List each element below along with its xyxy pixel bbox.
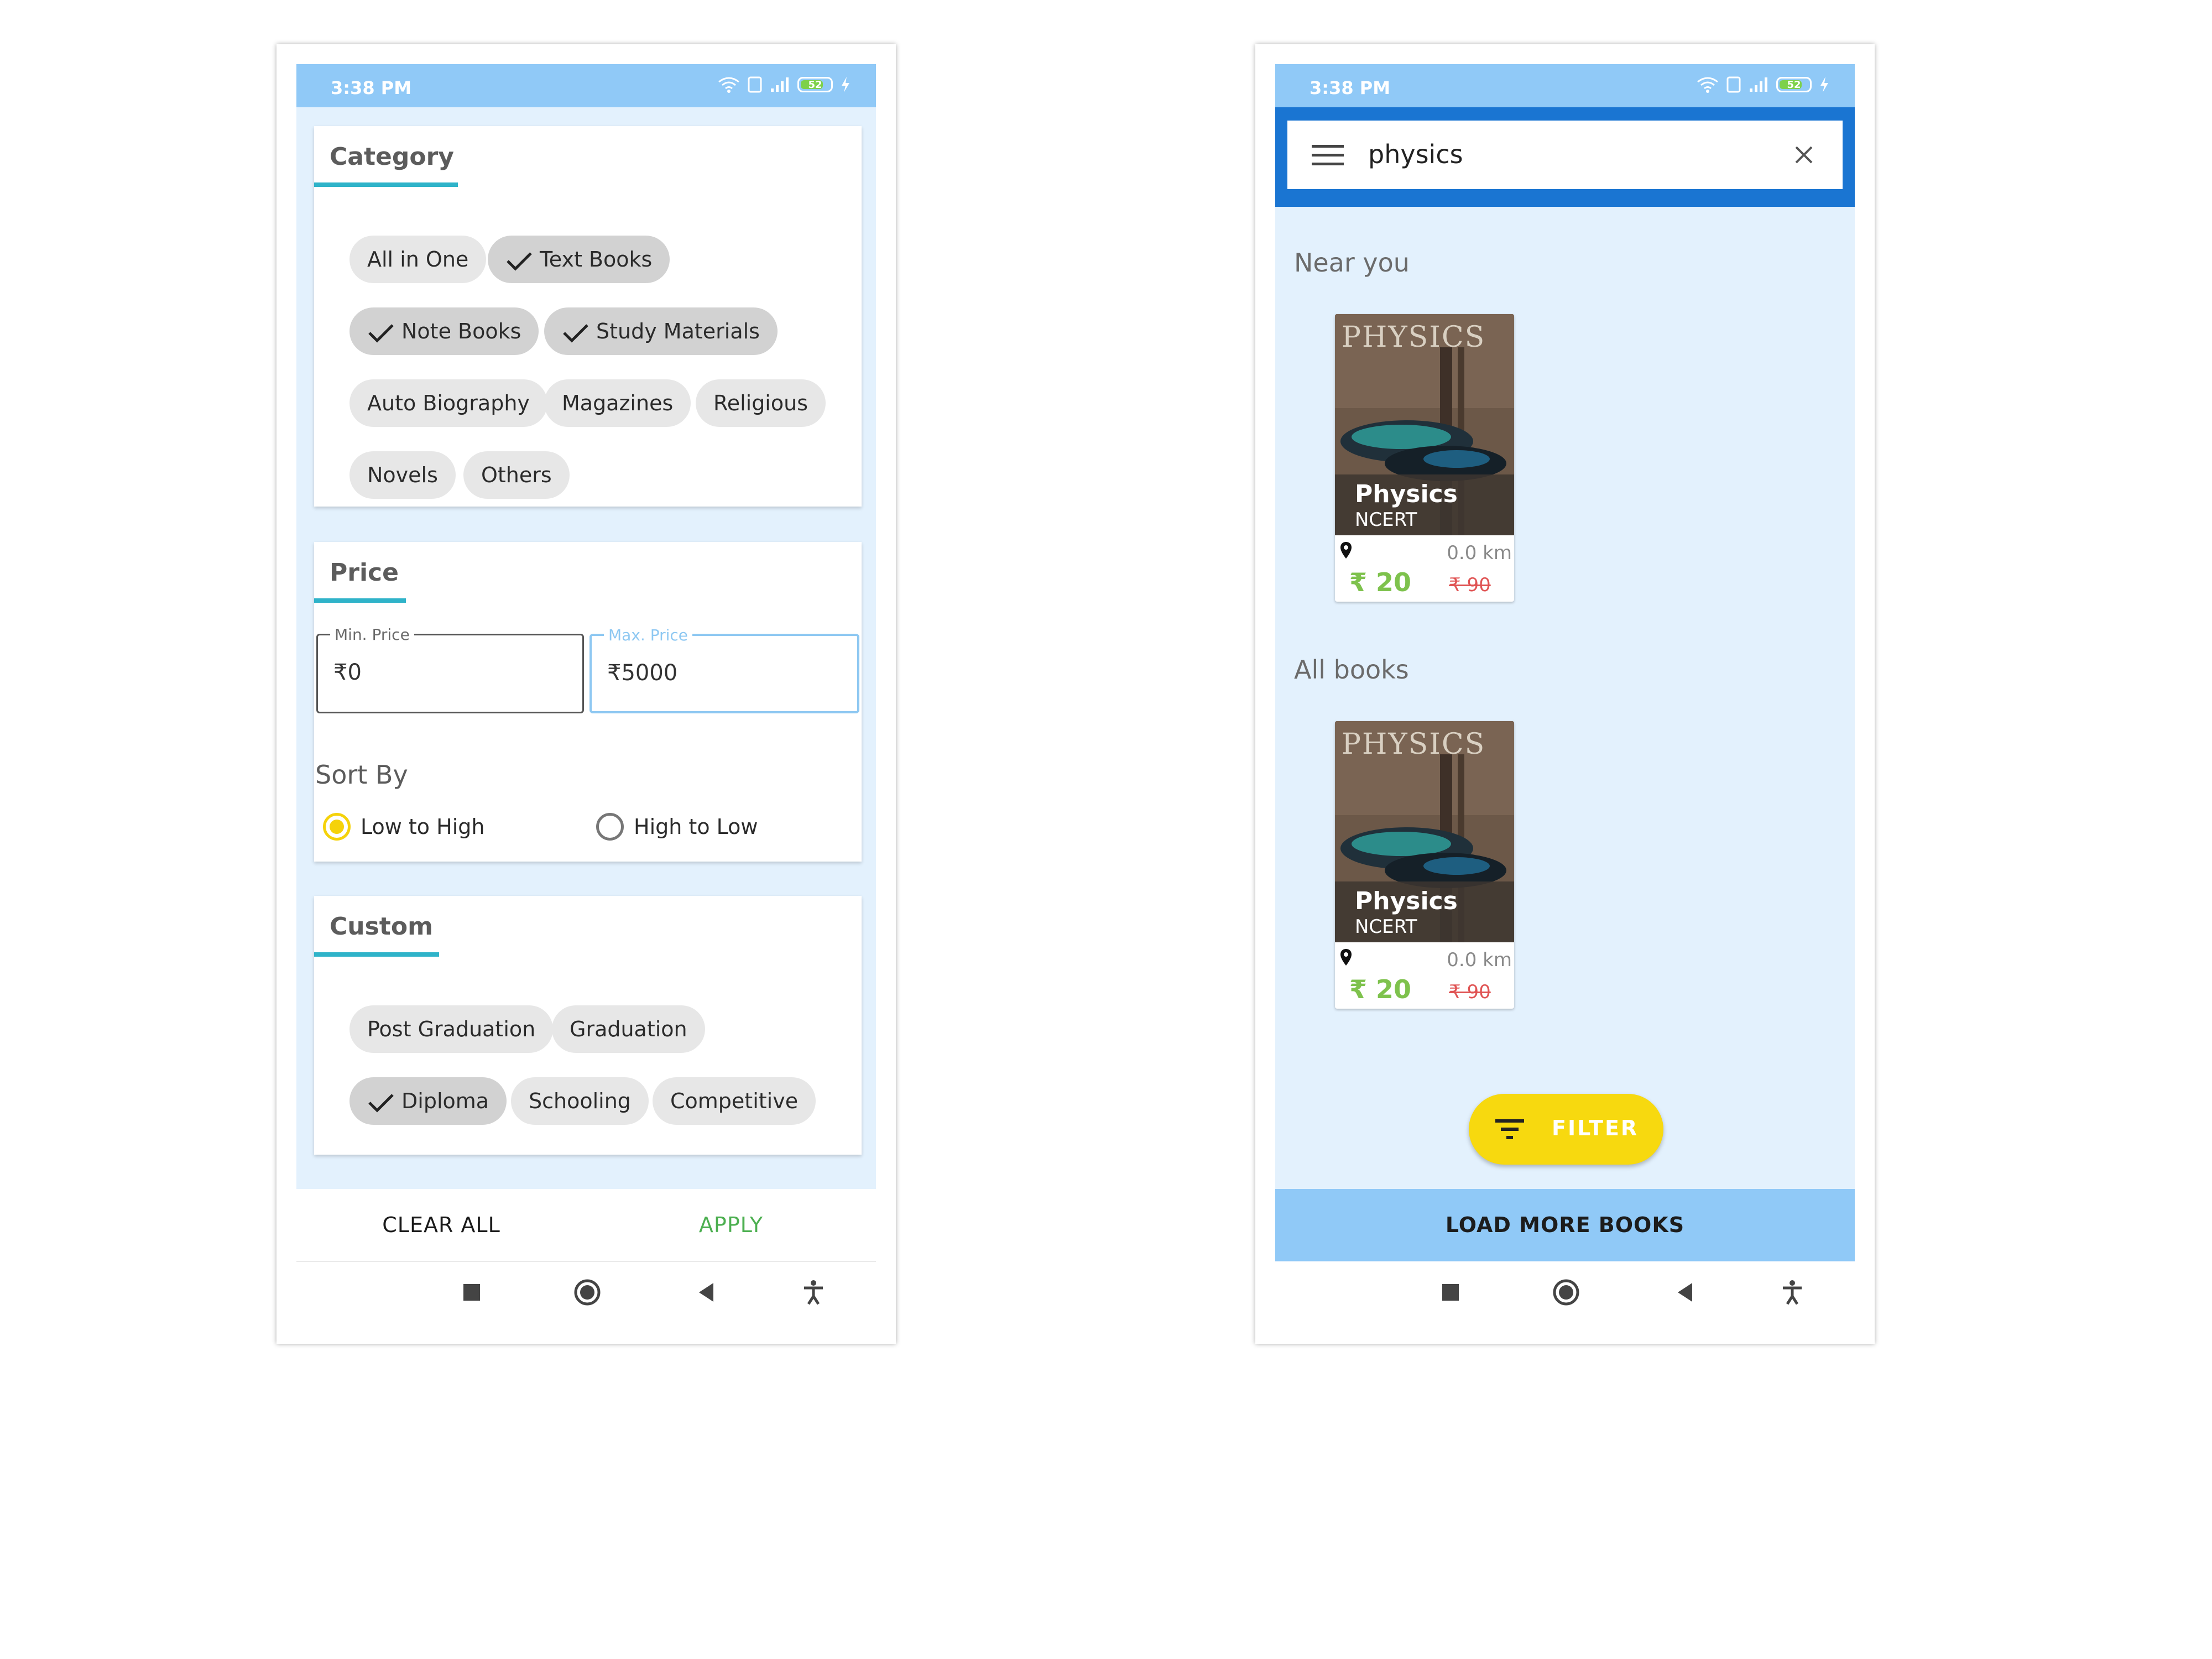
filter-icon — [1495, 1119, 1524, 1139]
sim-icon — [1726, 76, 1741, 93]
back-nav-icon[interactable] — [692, 1279, 720, 1306]
search-screen: 3:38 PM 52 physics Near you PHYSICS Phys… — [1275, 64, 1855, 1324]
chip-others[interactable]: Others — [463, 451, 570, 499]
recents-nav-icon[interactable] — [1437, 1279, 1464, 1306]
recents-nav-icon[interactable] — [458, 1279, 486, 1306]
check-icon — [505, 236, 540, 283]
book-mrp: ₹ 90 — [1449, 981, 1491, 1003]
chip-magazines[interactable]: Magazines — [544, 379, 691, 427]
book-cover-title: PHYSICS — [1342, 321, 1486, 354]
section-title-all-books: All books — [1294, 655, 1409, 685]
radio-unselected-icon — [596, 813, 624, 841]
status-bar: 3:38 PM 52 — [1275, 64, 1855, 107]
book-distance: 0.0 km — [1447, 949, 1512, 971]
phone-frame-filter: 3:38 PM 52 Category All in One Text Book… — [276, 44, 896, 1344]
chip-competitive[interactable]: Competitive — [653, 1077, 816, 1125]
chip-religious[interactable]: Religious — [696, 379, 826, 427]
book-cover-image: PHYSICS Physics NCERT — [1335, 314, 1514, 535]
accessibility-nav-icon[interactable] — [800, 1279, 827, 1306]
max-price-label: Max. Price — [604, 626, 692, 644]
chip-text-books[interactable]: Text Books — [488, 236, 670, 283]
search-toolbar: physics — [1275, 107, 1855, 207]
chip-graduation[interactable]: Graduation — [552, 1005, 705, 1053]
book-card[interactable]: PHYSICS Physics NCERT 0.0 km ₹ 20 ₹ 90 — [1335, 314, 1514, 602]
filter-action-bar: CLEAR ALL APPLY — [296, 1189, 876, 1262]
radio-selected-icon — [323, 813, 351, 841]
price-underline — [314, 598, 406, 603]
chip-study-materials[interactable]: Study Materials — [544, 307, 778, 355]
book-cover-image: PHYSICS Physics NCERT — [1335, 721, 1514, 942]
check-icon — [367, 1077, 401, 1125]
back-nav-icon[interactable] — [1671, 1279, 1699, 1306]
battery-icon: 52 — [1776, 77, 1812, 92]
status-bar: 3:38 PM 52 — [296, 64, 876, 107]
book-price: ₹ 20 — [1349, 974, 1412, 1004]
book-mrp: ₹ 90 — [1449, 574, 1491, 596]
wifi-icon — [1697, 77, 1718, 93]
check-icon — [367, 307, 401, 355]
custom-title: Custom — [330, 912, 433, 941]
chip-novels[interactable]: Novels — [349, 451, 456, 499]
book-name: Physics — [1355, 480, 1458, 508]
search-input[interactable]: physics — [1368, 139, 1463, 169]
wifi-icon — [718, 77, 739, 93]
chip-auto-biography[interactable]: Auto Biography — [349, 379, 547, 427]
sort-by-title: Sort By — [315, 760, 408, 790]
menu-icon[interactable] — [1312, 143, 1344, 167]
location-pin-icon — [1340, 949, 1352, 966]
system-nav-bar — [1275, 1262, 1855, 1324]
clear-all-button[interactable]: CLEAR ALL — [296, 1189, 586, 1261]
chip-note-books[interactable]: Note Books — [349, 307, 539, 355]
category-card: Category All in One Text Books Note Book… — [314, 126, 862, 507]
price-card: Price Min. Price ₹0 Max. Price ₹5000 Sor… — [314, 542, 862, 862]
filter-fab-label: FILTER — [1552, 1116, 1639, 1140]
load-more-books-button[interactable]: LOAD MORE BOOKS — [1275, 1189, 1855, 1261]
book-cover-title: PHYSICS — [1342, 728, 1486, 761]
book-distance: 0.0 km — [1447, 542, 1512, 564]
system-nav-bar — [296, 1262, 876, 1324]
chip-schooling[interactable]: Schooling — [511, 1077, 649, 1125]
max-price-value: ₹5000 — [607, 660, 678, 686]
book-author: NCERT — [1355, 509, 1417, 531]
search-bar[interactable]: physics — [1287, 121, 1843, 189]
radio-low-to-high[interactable]: Low to High — [323, 813, 484, 841]
signal-icon — [1750, 77, 1767, 92]
home-nav-icon[interactable] — [572, 1279, 603, 1306]
phone-frame-search: 3:38 PM 52 physics Near you PHYSICS Phys… — [1255, 44, 1875, 1344]
close-icon[interactable] — [1794, 145, 1814, 165]
custom-underline — [314, 952, 439, 957]
price-title: Price — [330, 559, 399, 587]
chip-diploma[interactable]: Diploma — [349, 1077, 507, 1125]
min-price-label: Min. Price — [330, 625, 414, 644]
radio-high-to-low[interactable]: High to Low — [596, 813, 758, 841]
custom-card: Custom Post Graduation Graduation Diplom… — [314, 896, 862, 1155]
chip-all-in-one[interactable]: All in One — [349, 236, 487, 283]
filter-screen: 3:38 PM 52 Category All in One Text Book… — [296, 64, 876, 1324]
accessibility-nav-icon[interactable] — [1778, 1279, 1806, 1306]
category-title: Category — [330, 143, 454, 171]
filter-fab-button[interactable]: FILTER — [1469, 1094, 1663, 1165]
book-author: NCERT — [1355, 916, 1417, 938]
sim-icon — [748, 76, 762, 93]
book-price: ₹ 20 — [1349, 567, 1412, 597]
status-time: 3:38 PM — [331, 77, 412, 98]
section-title-near-you: Near you — [1294, 248, 1410, 278]
apply-button[interactable]: APPLY — [586, 1189, 876, 1261]
chip-post-graduation[interactable]: Post Graduation — [349, 1005, 554, 1053]
charging-icon — [842, 77, 849, 92]
check-icon — [562, 307, 596, 355]
battery-icon: 52 — [797, 77, 833, 92]
category-underline — [314, 182, 458, 187]
location-pin-icon — [1340, 542, 1352, 559]
home-nav-icon[interactable] — [1551, 1279, 1582, 1306]
charging-icon — [1820, 77, 1828, 92]
max-price-field[interactable]: Max. Price ₹5000 — [589, 626, 859, 713]
book-card[interactable]: PHYSICS Physics NCERT 0.0 km ₹ 20 ₹ 90 — [1335, 721, 1514, 1009]
book-name: Physics — [1355, 887, 1458, 915]
min-price-value: ₹0 — [333, 660, 362, 685]
signal-icon — [771, 77, 789, 92]
status-time: 3:38 PM — [1310, 77, 1391, 98]
min-price-field[interactable]: Min. Price ₹0 — [316, 625, 584, 713]
